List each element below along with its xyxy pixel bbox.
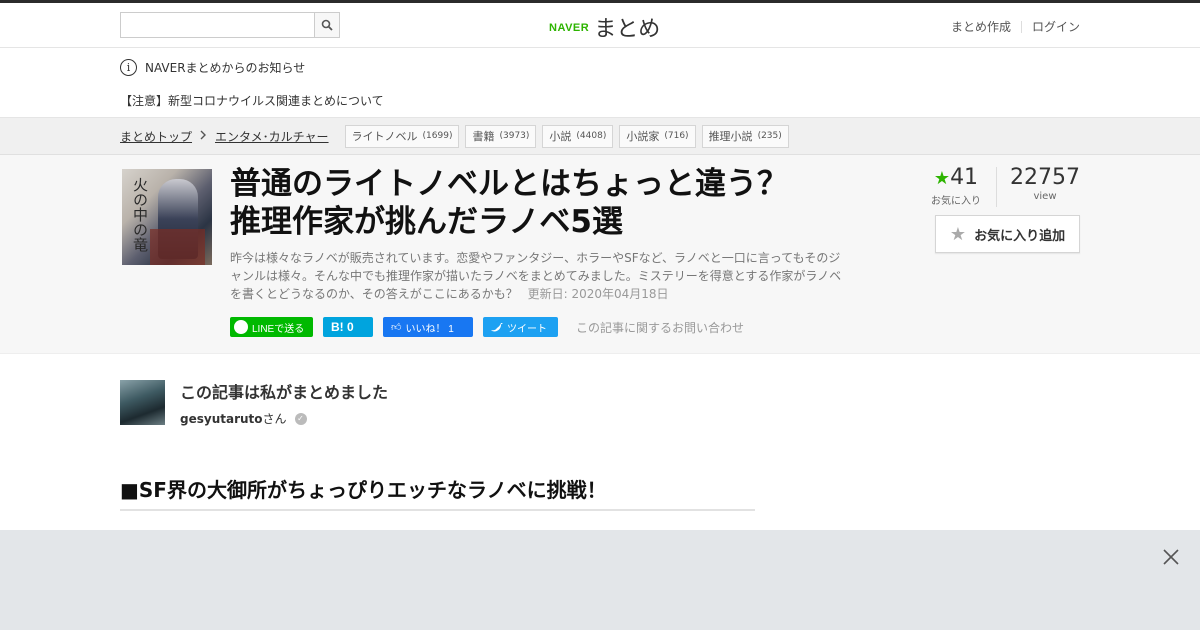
view-number: 22757	[1010, 165, 1080, 190]
tag-item[interactable]: 書籍 (3973)	[465, 124, 537, 148]
favorite-label: お気に入り	[931, 196, 981, 207]
search-box	[120, 12, 340, 38]
search-input[interactable]	[121, 13, 314, 37]
search-button[interactable]	[314, 13, 339, 37]
thumbnail-title: 火の中の竜	[131, 177, 149, 252]
contact-link[interactable]: この記事に関するお問い合わせ	[576, 319, 744, 336]
favorite-count: ★41 お気に入り	[926, 165, 986, 208]
line-share-button[interactable]: LINEで送る	[230, 317, 313, 337]
close-icon[interactable]	[1162, 548, 1180, 566]
tag-label: 小説家	[626, 130, 660, 143]
view-label: view	[1033, 191, 1057, 202]
breadcrumb-category[interactable]: エンタメ･カルチャー	[215, 128, 329, 145]
add-favorite-button[interactable]: ★ お気に入り追加	[935, 215, 1080, 253]
search-icon	[321, 19, 333, 31]
tag-count: (3973)	[499, 131, 530, 141]
login-link[interactable]: ログイン	[1032, 18, 1080, 35]
author-username[interactable]: gesyutaruto	[180, 412, 263, 426]
line-icon	[234, 320, 248, 334]
add-favorite-label: お気に入り追加	[974, 228, 1066, 244]
verified-icon: ✓	[294, 412, 307, 425]
author-heading: この記事は私がまとめました	[180, 383, 389, 402]
tag-item[interactable]: 推理小説 (235)	[701, 124, 789, 148]
tag-list: ライトノベル (1699) 書籍 (3973) 小説 (4408) 小説家 (716) …	[344, 124, 795, 148]
article-title-line2: 推理作家が挑んだラノベ5選	[230, 204, 623, 240]
tweet-button[interactable]: ツイート	[483, 317, 558, 337]
facebook-like-label: いいね！ 1	[405, 323, 454, 335]
star-outline-icon: ★	[949, 223, 967, 245]
star-icon: ★	[933, 168, 951, 189]
notice-title: NAVERまとめからのお知らせ	[145, 61, 306, 75]
breadcrumb: まとめトップ エンタメ･カルチャー ライトノベル (1699) 書籍 (3973) …	[0, 118, 1200, 155]
notice-link[interactable]: 【注意】新型コロナウイルス関連まとめについて	[120, 92, 1080, 109]
facebook-like-button[interactable]: 👍︎ いいね！ 1	[383, 317, 473, 337]
hatena-bookmark-button[interactable]: B! 0	[323, 317, 373, 337]
article-title-line1: 普通のライトノベルとはちょっと違う？	[230, 166, 788, 202]
view-count: 22757 view	[996, 167, 1080, 207]
line-share-label: LINEで送る	[252, 323, 305, 335]
tag-label: 小説	[549, 130, 572, 143]
tag-item[interactable]: 小説 (4408)	[542, 124, 614, 148]
author-box: この記事は私がまとめました gesyutaruto さん ✓	[120, 380, 620, 430]
notice-area: i NAVERまとめからのお知らせ 【注意】新型コロナウイルス関連まとめについて	[0, 48, 1200, 118]
article-description: 昨今は様々なラノベが販売されています。恋愛やファンタジー、ホラーやSFなど、ラノ…	[230, 249, 850, 303]
article-stats: ★41 お気に入り 22757 view	[926, 167, 1080, 207]
article-header: 火の中の竜 普通のライトノベルとはちょっと違う？ 推理作家が挑んだラノベ5選 昨…	[0, 155, 1200, 354]
logo-brand: NAVER	[549, 22, 590, 34]
article-title: 普通のライトノベルとはちょっと違う？ 推理作家が挑んだラノベ5選	[230, 165, 850, 241]
author-name: gesyutaruto さん ✓	[180, 410, 307, 427]
tweet-label: ツイート	[507, 323, 547, 335]
tag-item[interactable]: 小説家 (716)	[619, 124, 696, 148]
tag-label: 書籍	[472, 130, 495, 143]
article-thumbnail[interactable]: 火の中の竜	[122, 169, 212, 265]
logo-name: まとめ	[594, 17, 661, 42]
share-bar: LINEで送る B! 0 👍︎ いいね！ 1 ツイート この記事に関するお問い合わ…	[230, 317, 744, 337]
tag-count: (716)	[664, 131, 689, 141]
avatar[interactable]	[120, 380, 165, 425]
header: NAVER まとめ まとめ作成 ログイン	[0, 3, 1200, 48]
favorite-number: 41	[950, 165, 979, 190]
nav-divider	[1020, 20, 1022, 33]
hatena-label: B! 0	[331, 320, 354, 334]
create-matome-link[interactable]: まとめ作成	[951, 18, 1011, 35]
tag-count: (235)	[757, 131, 782, 141]
tag-item[interactable]: ライトノベル (1699)	[344, 124, 460, 148]
tag-label: 推理小説	[708, 130, 753, 143]
section-heading: ■SF界の大御所がちょっぴりエッチなラノベに挑戦！	[120, 474, 755, 511]
twitter-bird-icon	[491, 323, 503, 332]
thumbs-up-icon: 👍︎	[391, 322, 402, 333]
updated-date: 更新日: 2020年04月18日	[527, 287, 669, 301]
tag-count: (4408)	[576, 131, 607, 141]
breadcrumb-top[interactable]: まとめトップ	[120, 128, 192, 145]
header-nav: まとめ作成 ログイン	[951, 18, 1080, 35]
tag-count: (1699)	[422, 131, 453, 141]
info-icon: i	[120, 59, 137, 76]
thumbnail-figure-shade	[150, 229, 205, 265]
ad-banner	[0, 530, 1200, 630]
author-suffix: さん	[262, 412, 287, 426]
site-logo[interactable]: NAVER まとめ	[549, 11, 660, 43]
chevron-right-icon	[200, 129, 207, 143]
tag-label: ライトノベル	[351, 130, 418, 143]
